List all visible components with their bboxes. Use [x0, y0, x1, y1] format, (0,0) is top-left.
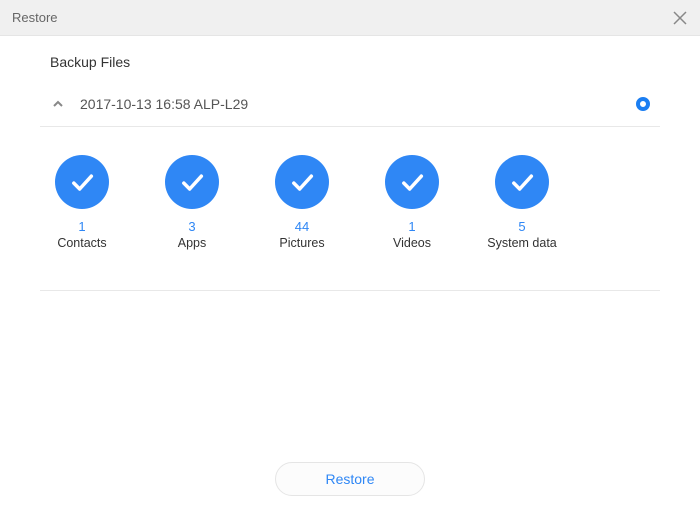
category-pictures[interactable]: 44 Pictures [270, 155, 334, 250]
category-count: 1 [408, 219, 415, 234]
backup-row[interactable]: 2017-10-13 16:58 ALP-L29 [40, 82, 660, 127]
category-apps[interactable]: 3 Apps [160, 155, 224, 250]
category-contacts[interactable]: 1 Contacts [50, 155, 114, 250]
category-label: System data [487, 236, 556, 250]
close-button[interactable] [670, 8, 690, 28]
category-videos[interactable]: 1 Videos [380, 155, 444, 250]
backup-selected-radio[interactable] [636, 97, 650, 111]
category-label: Apps [178, 236, 207, 250]
check-icon [275, 155, 329, 209]
restore-button[interactable]: Restore [275, 462, 425, 496]
category-count: 5 [518, 219, 525, 234]
category-label: Videos [393, 236, 431, 250]
close-icon [673, 11, 687, 25]
backup-label: 2017-10-13 16:58 ALP-L29 [80, 96, 636, 112]
category-grid: 1 Contacts 3 Apps 44 Pictures 1 Videos 5… [40, 127, 660, 291]
footer: Restore [0, 462, 700, 496]
section-title: Backup Files [40, 36, 660, 82]
category-label: Contacts [57, 236, 106, 250]
titlebar: Restore [0, 0, 700, 36]
category-count: 44 [295, 219, 309, 234]
category-label: Pictures [279, 236, 324, 250]
check-icon [495, 155, 549, 209]
check-icon [165, 155, 219, 209]
window-title: Restore [12, 10, 58, 25]
category-count: 3 [188, 219, 195, 234]
category-count: 1 [78, 219, 85, 234]
category-system-data[interactable]: 5 System data [490, 155, 554, 250]
check-icon [385, 155, 439, 209]
chevron-up-icon [50, 96, 66, 112]
check-icon [55, 155, 109, 209]
